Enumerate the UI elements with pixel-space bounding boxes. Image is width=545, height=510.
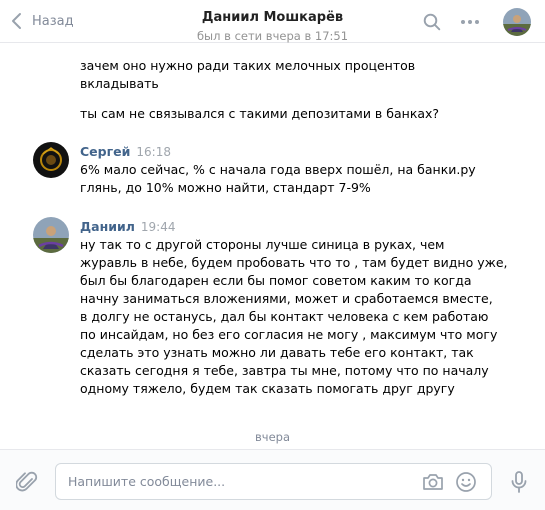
message-time: 16:18 bbox=[136, 145, 171, 159]
more-button[interactable] bbox=[459, 11, 481, 33]
message-time: 19:44 bbox=[140, 220, 176, 234]
message-text: был бы благодарен если бы помог советом … bbox=[80, 273, 472, 288]
message-history[interactable]: зачем оно нужно ради таких мелочных проц… bbox=[0, 44, 545, 448]
chevron-left-icon bbox=[12, 13, 21, 29]
message-author[interactable]: Даниил 19:44 bbox=[80, 218, 175, 236]
message-text: вкладывать bbox=[80, 76, 159, 91]
camera-button[interactable] bbox=[421, 471, 445, 493]
search-button[interactable] bbox=[421, 11, 443, 33]
attach-button[interactable] bbox=[14, 469, 40, 495]
message-text: ты сам не связывался с такими депозитами… bbox=[80, 106, 440, 121]
message-text: сделать это узнать можно ли давать тебе … bbox=[80, 345, 474, 360]
message-text: по инсайдам, но без его согласия не могу… bbox=[80, 327, 498, 342]
smile-icon bbox=[456, 472, 476, 492]
avatar-photo bbox=[33, 217, 69, 253]
back-button[interactable]: Назад bbox=[10, 10, 74, 32]
camera-icon bbox=[423, 474, 443, 490]
message-text: одному тяжело, будем так сказать помогат… bbox=[80, 381, 455, 396]
message-composer bbox=[0, 449, 545, 510]
message-input-box bbox=[55, 463, 492, 500]
avatar-photo bbox=[503, 8, 531, 36]
back-label: Назад bbox=[32, 13, 74, 29]
voice-message-button[interactable] bbox=[507, 469, 531, 495]
message-text: в долгу не останусь, дал бы контакт чело… bbox=[80, 309, 489, 324]
message-text: журавль в небе, будем пробовать что то ,… bbox=[80, 255, 508, 270]
message-author[interactable]: Сергей 16:18 bbox=[80, 143, 171, 161]
emoji-button[interactable] bbox=[454, 470, 478, 494]
avatar-photo bbox=[33, 142, 69, 178]
avatar-daniil[interactable] bbox=[33, 217, 69, 253]
message-input[interactable] bbox=[68, 464, 418, 499]
paperclip-icon bbox=[16, 471, 38, 492]
message-text: сказать сегодня я тебе, завтра ты мне, п… bbox=[80, 363, 489, 378]
avatar-sergey[interactable] bbox=[33, 142, 69, 178]
message-text: глянь, до 10% можно найти, стандарт 7-9% bbox=[80, 180, 371, 195]
chat-header: Назад Даниил Мошкарёв был в сети вчера в… bbox=[0, 0, 545, 43]
contact-avatar[interactable] bbox=[503, 8, 531, 36]
author-name[interactable]: Даниил bbox=[80, 219, 135, 234]
message-text: 6% мало сейчас, % с начала года вверх по… bbox=[80, 162, 476, 177]
search-icon bbox=[423, 13, 441, 31]
message-text: зачем оно нужно ради таких мелочных проц… bbox=[80, 58, 416, 73]
chat-title[interactable]: Даниил Мошкарёв bbox=[202, 10, 343, 26]
message-text: ну так то с другой стороны лучше синица … bbox=[80, 237, 445, 252]
message-text: начну заниматься вложениями, может и сра… bbox=[80, 291, 493, 306]
microphone-icon bbox=[511, 471, 527, 493]
date-separator: вчера bbox=[255, 430, 290, 444]
more-icon bbox=[461, 20, 479, 24]
author-name[interactable]: Сергей bbox=[80, 144, 130, 159]
